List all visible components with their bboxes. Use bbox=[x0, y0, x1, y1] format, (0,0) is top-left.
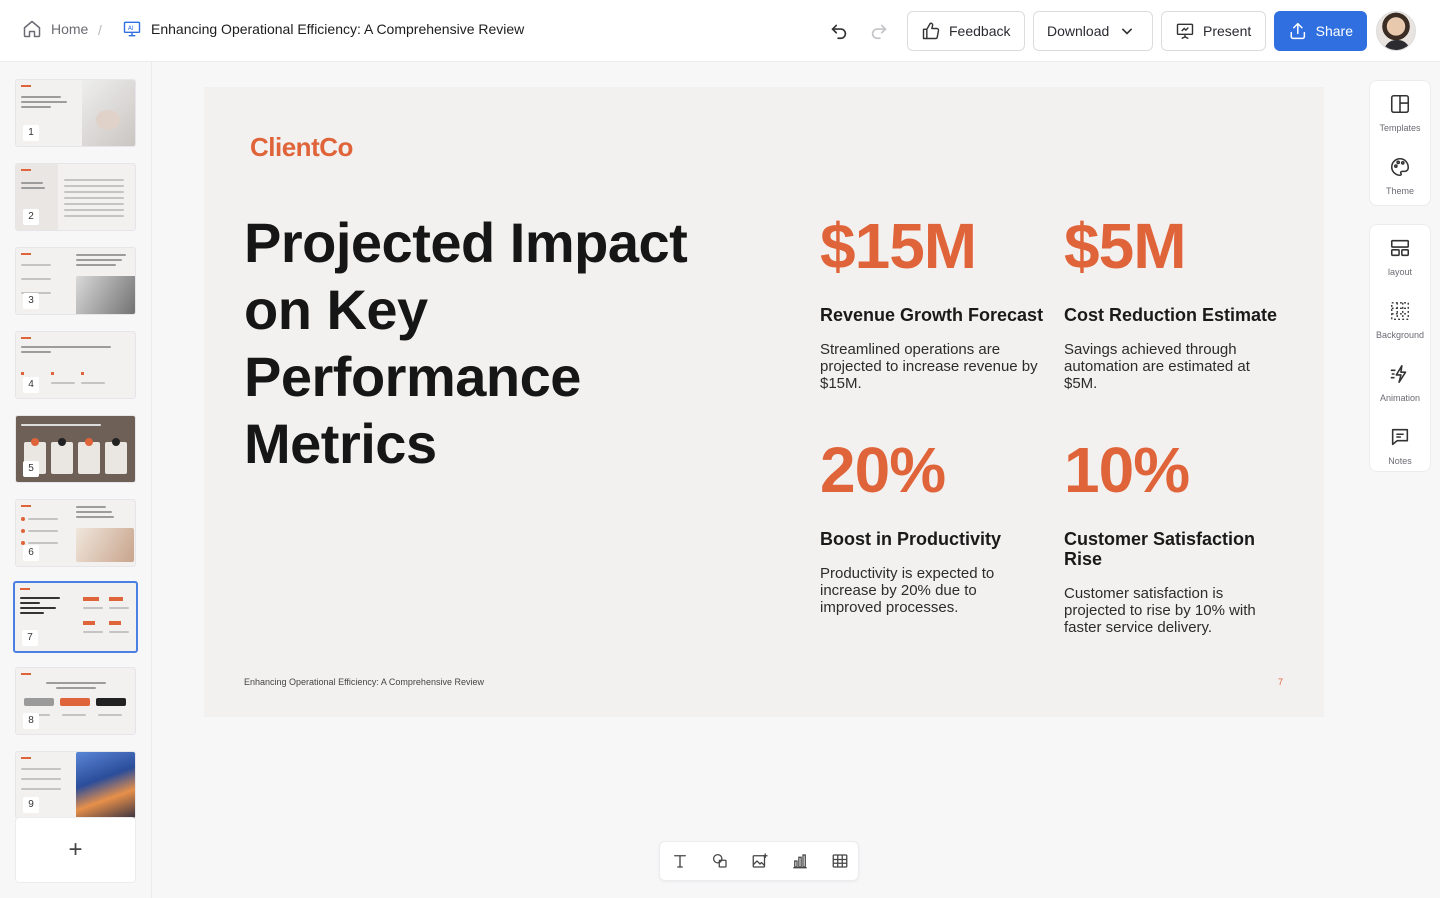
slide-thumbnail-2[interactable]: 2 bbox=[15, 163, 136, 231]
thumbnail-number: 7 bbox=[22, 630, 38, 646]
notes-icon bbox=[1391, 428, 1409, 446]
background-tool[interactable]: Background bbox=[1370, 288, 1430, 348]
slide-logo[interactable]: ClientCo bbox=[250, 132, 353, 163]
thumbs-up-icon bbox=[922, 22, 940, 40]
metric-value: $15M bbox=[820, 210, 977, 282]
slide-title-line: Metrics bbox=[244, 412, 437, 475]
metric-label: Revenue Growth Forecast bbox=[820, 305, 1044, 325]
shapes-tool-icon[interactable] bbox=[711, 852, 729, 870]
slide-title-line: Performance bbox=[244, 345, 581, 408]
right-panel-bottom: layout Background Animation Notes bbox=[1369, 224, 1431, 472]
thumbnail-number: 2 bbox=[23, 209, 39, 225]
slide-footer: Enhancing Operational Efficiency: A Comp… bbox=[244, 677, 484, 687]
layout-icon bbox=[1390, 239, 1410, 257]
slide-thumbnail-1[interactable]: 1 bbox=[15, 79, 136, 147]
top-bar: Home / AI Enhancing Operational Efficien… bbox=[0, 0, 1440, 62]
insert-toolbar bbox=[659, 841, 859, 881]
slide-thumbnail-7[interactable]: 7 bbox=[13, 581, 138, 653]
templates-label: Templates bbox=[1379, 123, 1421, 133]
metric-description: Savings achieved through automation are … bbox=[1064, 341, 1250, 392]
animation-label: Animation bbox=[1379, 393, 1421, 403]
plus-icon: + bbox=[68, 836, 83, 863]
layout-label: layout bbox=[1387, 267, 1413, 277]
breadcrumb-home[interactable]: Home bbox=[22, 19, 88, 39]
download-label: Download bbox=[1047, 23, 1110, 39]
document-title: Enhancing Operational Efficiency: A Comp… bbox=[151, 21, 525, 37]
metric-cost[interactable]: $5M Cost Reduction Estimate Savings achi… bbox=[1064, 211, 1284, 392]
text-tool-icon[interactable] bbox=[671, 852, 689, 870]
metric-value: 10% bbox=[1064, 434, 1190, 506]
share-upload-icon bbox=[1290, 22, 1306, 40]
metric-label: Cost Reduction Estimate bbox=[1064, 305, 1278, 325]
present-icon bbox=[1176, 23, 1194, 40]
undo-icon[interactable] bbox=[828, 19, 850, 41]
animation-tool[interactable]: Animation bbox=[1370, 351, 1430, 411]
metric-label: Customer Satisfaction Rise bbox=[1064, 529, 1256, 569]
metric-revenue[interactable]: $15M Revenue Growth Forecast Streamlined… bbox=[820, 211, 1050, 392]
metric-description: Streamlined operations are projected to … bbox=[820, 341, 1038, 392]
metric-satisfaction[interactable]: 10% Customer Satisfaction Rise Customer … bbox=[1064, 435, 1274, 636]
presentation-ai-icon: AI bbox=[123, 21, 141, 37]
slide-thumbnail-9[interactable]: 9 bbox=[15, 751, 136, 819]
notes-tool[interactable]: Notes bbox=[1370, 414, 1430, 474]
breadcrumb-document[interactable]: AI Enhancing Operational Efficiency: A C… bbox=[122, 19, 524, 39]
slide-thumbnail-5[interactable]: 5 bbox=[15, 415, 136, 483]
present-label: Present bbox=[1203, 23, 1252, 39]
templates-icon bbox=[1390, 94, 1410, 114]
thumbnail-number: 9 bbox=[23, 797, 39, 813]
slide-title-line: Projected Impact bbox=[244, 211, 688, 274]
templates-tool[interactable]: Templates bbox=[1370, 81, 1430, 141]
slide-page-number: 7 bbox=[1278, 677, 1284, 687]
feedback-label: Feedback bbox=[949, 23, 1011, 39]
download-button[interactable]: Download bbox=[1033, 11, 1153, 51]
slide-thumbnail-6[interactable]: 6 bbox=[15, 499, 136, 567]
animation-bolt-icon bbox=[1390, 364, 1407, 384]
slide-thumbnail-4[interactable]: 4 bbox=[15, 331, 136, 399]
user-avatar[interactable] bbox=[1376, 11, 1416, 51]
share-button[interactable]: Share bbox=[1274, 11, 1367, 51]
image-tool-icon[interactable] bbox=[751, 852, 769, 870]
thumbnail-number: 6 bbox=[23, 545, 39, 561]
theme-tool[interactable]: Theme bbox=[1370, 144, 1430, 204]
right-panel-top: Templates Theme bbox=[1369, 80, 1431, 206]
metric-productivity[interactable]: 20% Boost in Productivity Productivity i… bbox=[820, 435, 1020, 616]
metric-description: Customer satisfaction is projected to ri… bbox=[1064, 585, 1256, 636]
slide-thumbnail-panel: 1 2 3 4 5 6 7 8 9 + bbox=[0, 62, 152, 898]
background-label: Background bbox=[1375, 330, 1425, 340]
svg-text:AI: AI bbox=[128, 26, 134, 32]
slide-title[interactable]: Projected Impact on Key Performance Metr… bbox=[244, 209, 764, 477]
chevron-down-icon bbox=[1122, 28, 1133, 35]
feedback-button[interactable]: Feedback bbox=[907, 11, 1025, 51]
redo-icon[interactable] bbox=[868, 19, 890, 41]
background-grid-icon bbox=[1391, 302, 1409, 320]
palette-icon bbox=[1391, 157, 1410, 177]
thumbnail-number: 5 bbox=[23, 461, 39, 477]
present-button[interactable]: Present bbox=[1161, 11, 1266, 51]
notes-label: Notes bbox=[1388, 456, 1412, 466]
metric-value: $5M bbox=[1064, 210, 1187, 282]
metric-value: 20% bbox=[820, 434, 946, 506]
home-label: Home bbox=[51, 21, 89, 37]
layout-tool[interactable]: layout bbox=[1370, 225, 1430, 285]
breadcrumb-separator: / bbox=[98, 22, 102, 38]
theme-label: Theme bbox=[1385, 186, 1414, 196]
thumbnail-number: 3 bbox=[23, 293, 39, 309]
add-slide-button[interactable]: + bbox=[15, 817, 136, 883]
slide-thumbnail-3[interactable]: 3 bbox=[15, 247, 136, 315]
thumbnail-number: 8 bbox=[23, 713, 39, 729]
slide-canvas[interactable]: ClientCo Projected Impact on Key Perform… bbox=[204, 87, 1324, 717]
slide-thumbnail-8[interactable]: 8 bbox=[15, 667, 136, 735]
home-icon bbox=[23, 20, 41, 38]
thumbnail-number: 1 bbox=[23, 125, 39, 141]
chart-tool-icon[interactable] bbox=[791, 852, 809, 870]
slide-title-line: on Key bbox=[244, 278, 428, 341]
thumbnail-number: 4 bbox=[23, 377, 39, 393]
metric-description: Productivity is expected to increase by … bbox=[820, 565, 995, 616]
metric-label: Boost in Productivity bbox=[820, 529, 1002, 549]
table-tool-icon[interactable] bbox=[831, 852, 849, 870]
share-label: Share bbox=[1315, 23, 1353, 39]
